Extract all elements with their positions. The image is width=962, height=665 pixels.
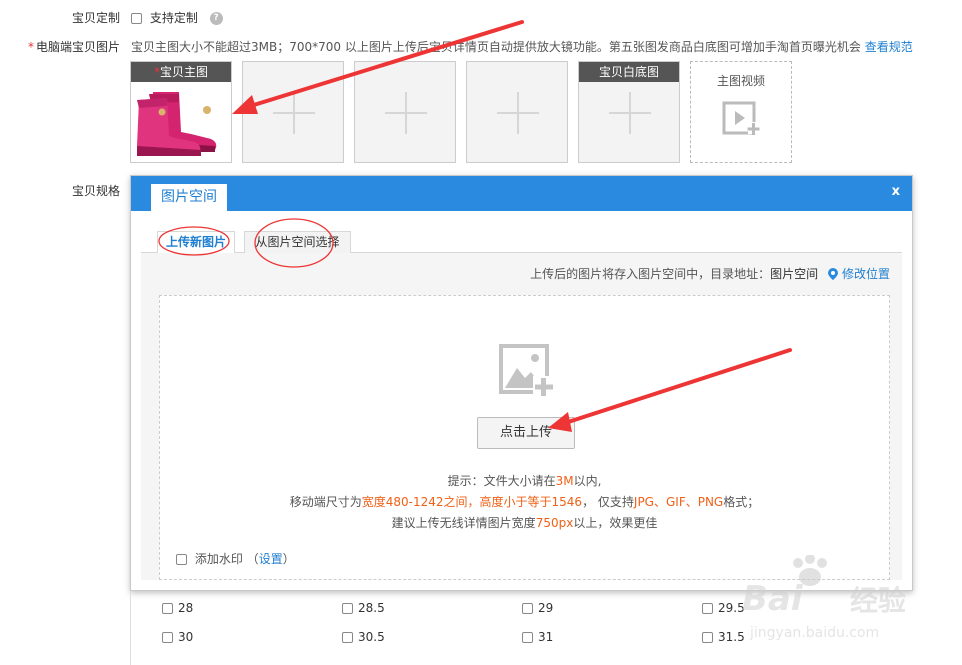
close-icon[interactable]: x — [892, 184, 900, 199]
watermark-label: 添加水印 — [194, 552, 243, 566]
help-icon[interactable]: ? — [209, 12, 223, 25]
size-option[interactable]: 29.5 — [702, 601, 745, 615]
customize-label: 宝贝定制 — [71, 11, 120, 25]
upload-tips: 提示：文件大小请在3M以内, 移动端尺寸为宽度480-1242之间，高度小于等于… — [160, 471, 889, 534]
pc-images-label-text: 电脑端宝贝图片 — [35, 40, 120, 54]
dialog-title-tab[interactable]: 图片空间 — [150, 183, 228, 211]
plus-icon-vertical — [517, 92, 519, 134]
tip1-b: 3M — [555, 474, 574, 488]
size-checkbox[interactable] — [162, 603, 173, 614]
tab-choose-from-space[interactable]: 从图片空间选择 — [244, 231, 351, 253]
dialog-header: 图片空间 x — [131, 176, 912, 211]
size-checkbox[interactable] — [522, 603, 533, 614]
image-slot-3[interactable] — [354, 61, 456, 163]
storage-dir: 图片空间 — [770, 267, 819, 281]
size-label: 28 — [178, 601, 194, 615]
size-checkbox[interactable] — [702, 632, 713, 643]
tip2-d: JPG、GIF、PNG — [633, 495, 724, 509]
size-checkbox[interactable] — [342, 603, 353, 614]
pc-images-hint-text: 宝贝主图大小不能超过3MB；700*700 以上图片上传后宝贝详情页自动提供放大… — [131, 40, 861, 54]
size-option[interactable]: 31 — [522, 630, 553, 644]
plus-icon-vertical — [405, 92, 407, 134]
size-grid: 28 28.5 29 29.5 30 30.5 31 31.5 — [130, 591, 913, 665]
tip3-b: 750px — [535, 516, 574, 530]
white-bg-image-slot[interactable]: 宝贝白底图 — [578, 61, 680, 163]
view-rules-link[interactable]: 查看规范 — [865, 40, 913, 54]
size-option[interactable]: 31.5 — [702, 630, 745, 644]
tip3-a: 建议上传无线详情图片宽度 — [391, 516, 536, 530]
required-mark: * — [27, 40, 34, 54]
customize-option-label: 支持定制 — [149, 11, 198, 25]
image-slot-4[interactable] — [466, 61, 568, 163]
size-label: 30.5 — [358, 630, 385, 644]
main-image-caption-text: 宝贝主图 — [159, 65, 208, 79]
tip2-a: 移动端尺寸为 — [289, 495, 362, 509]
size-option[interactable]: 30 — [162, 630, 193, 644]
video-add-icon — [722, 101, 760, 135]
tip3-c: 以上，效果更佳 — [573, 516, 658, 530]
size-checkbox[interactable] — [162, 632, 173, 643]
size-label: 29 — [538, 601, 554, 615]
watermark-paren-open: （ — [246, 552, 259, 566]
tab-upload-new[interactable]: 上传新图片 — [157, 231, 235, 254]
size-label: 29.5 — [718, 601, 745, 615]
size-option[interactable]: 30.5 — [342, 630, 385, 644]
size-checkbox[interactable] — [702, 603, 713, 614]
size-label: 28.5 — [358, 601, 385, 615]
plus-icon-vertical — [293, 92, 295, 134]
white-bg-caption: 宝贝白底图 — [579, 62, 679, 82]
tip-line-1: 提示：文件大小请在3M以内, — [160, 471, 889, 492]
tip2-e: 格式； — [723, 495, 760, 509]
watermark-settings-link[interactable]: 设置 — [259, 552, 283, 566]
main-image-slot[interactable]: *宝贝主图 — [130, 61, 232, 163]
tip1-c: 以内, — [573, 474, 602, 488]
tip-line-3: 建议上传无线详情图片宽度750px以上，效果更佳 — [160, 513, 889, 534]
upload-panel: 上传后的图片将存入图片空间中，目录地址：图片空间 修改位置 点击上传 提示：文件… — [141, 253, 902, 580]
tip1-a: 提示：文件大小请在 — [447, 474, 556, 488]
size-option[interactable]: 29 — [522, 601, 553, 615]
boot-image — [137, 92, 217, 156]
main-video-slot[interactable]: 主图视频 — [690, 61, 792, 163]
image-space-dialog: 图片空间 x 上传新图片 从图片空间选择 上传后的图片将存入图片空间中，目录地址… — [130, 175, 913, 591]
tip-line-2: 移动端尺寸为宽度480-1242之间，高度小于等于1546， 仅支持JPG、GI… — [160, 492, 889, 513]
main-video-label: 主图视频 — [716, 74, 765, 88]
storage-info-prefix: 上传后的图片将存入图片空间中，目录地址： — [530, 267, 771, 281]
dialog-tabs: 上传新图片 从图片空间选择 — [141, 231, 902, 254]
customize-checkbox[interactable] — [131, 13, 142, 24]
upload-dropzone[interactable]: 点击上传 提示：文件大小请在3M以内, 移动端尺寸为宽度480-1242之间，高… — [159, 295, 890, 580]
pc-images-hint: 宝贝主图大小不能超过3MB；700*700 以上图片上传后宝贝详情页自动提供放大… — [131, 38, 931, 55]
watermark-option: 添加水印 （设置） — [176, 550, 295, 567]
location-pin-icon — [827, 268, 838, 280]
size-option[interactable]: 28.5 — [342, 601, 385, 615]
customize-option[interactable]: 支持定制 ? — [131, 9, 223, 26]
size-label: 30 — [178, 630, 194, 644]
tip2-c: ， 仅支持 — [582, 495, 634, 509]
pc-images-label: * 电脑端宝贝图片 — [0, 38, 120, 55]
watermark-checkbox[interactable] — [176, 554, 187, 565]
plus-icon-vertical — [629, 92, 631, 134]
size-checkbox[interactable] — [342, 632, 353, 643]
main-image-caption: *宝贝主图 — [131, 62, 231, 82]
size-checkbox[interactable] — [522, 632, 533, 643]
image-add-icon — [499, 344, 555, 398]
storage-info: 上传后的图片将存入图片空间中，目录地址：图片空间 修改位置 — [530, 265, 890, 282]
size-option[interactable]: 28 — [162, 601, 193, 615]
click-upload-button[interactable]: 点击上传 — [477, 417, 575, 449]
size-label: 31.5 — [718, 630, 745, 644]
watermark-paren-close: ） — [282, 552, 295, 566]
size-label: 31 — [538, 630, 554, 644]
modify-location-link[interactable]: 修改位置 — [842, 267, 890, 281]
tip2-b: 宽度480-1242之间，高度小于等于1546 — [361, 495, 583, 509]
image-slot-2[interactable] — [242, 61, 344, 163]
spec-label: 宝贝规格 — [71, 184, 120, 198]
